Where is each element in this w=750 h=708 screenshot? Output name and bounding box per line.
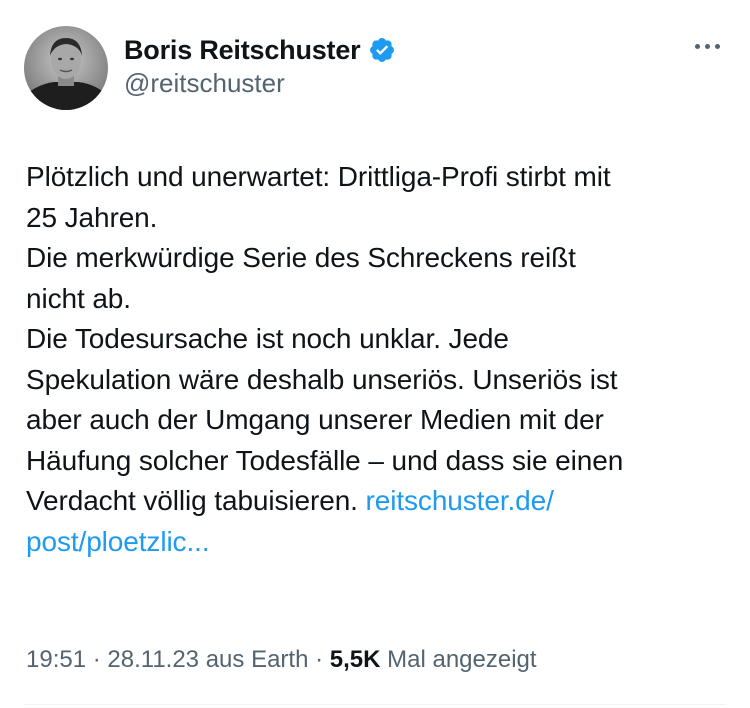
name-row: Boris Reitschuster — [124, 32, 396, 68]
views-count[interactable]: 5,5K — [330, 646, 381, 673]
views-label: Mal angezeigt — [380, 646, 537, 673]
tweet-line: aber auch der Umgang unserer Medien mit … — [26, 404, 604, 435]
tweet-line: Spekulation wäre deshalb unseriös. Unser… — [26, 363, 618, 395]
tweet-time[interactable]: 19:51 — [26, 646, 86, 673]
tweet-location: aus Earth — [199, 646, 309, 673]
tweet-line-with-link: Verdacht völlig tabuisieren. reitschuste… — [26, 481, 726, 522]
tweet-date[interactable]: 28.11.23 — [107, 646, 199, 673]
tweet-meta: 19:51 · 28.11.23 aus Earth · 5,5K Mal an… — [26, 646, 537, 674]
author-block: Boris Reitschuster @reitschuster — [124, 32, 396, 99]
user-handle[interactable]: @reitschuster — [124, 68, 396, 99]
avatar[interactable] — [24, 26, 108, 110]
tweet-line: Die merkwürdige Serie des Schreckens rei… — [26, 242, 576, 273]
tweet-line-text: Verdacht völlig tabuisieren. — [26, 485, 366, 516]
tweet-line: Plötzlich und unerwartet: Drittliga-Prof… — [26, 161, 611, 192]
tweet-line: 25 Jahren. — [26, 201, 158, 233]
tweet-text: Plötzlich und unerwartet: Drittliga-Prof… — [26, 157, 726, 562]
verified-badge-icon[interactable] — [368, 36, 396, 64]
article-link-continued[interactable]: post/ploetzlic... — [26, 526, 210, 557]
avatar-photo — [24, 26, 108, 110]
display-name[interactable]: Boris Reitschuster — [124, 35, 361, 66]
article-link[interactable]: reitschuster.de/ — [366, 485, 554, 516]
more-options-icon[interactable] — [695, 44, 720, 49]
meta-separator: · — [308, 646, 330, 673]
tweet-line: Die Todesursache ist noch unklar. Jede — [26, 323, 509, 354]
tweet-line-link: post/ploetzlic... — [26, 522, 726, 563]
tweet-line: nicht ab. — [26, 282, 131, 314]
divider — [24, 704, 726, 705]
meta-separator: · — [86, 646, 108, 673]
tweet-line: Häufung solcher Todesfälle – und dass si… — [26, 444, 624, 476]
